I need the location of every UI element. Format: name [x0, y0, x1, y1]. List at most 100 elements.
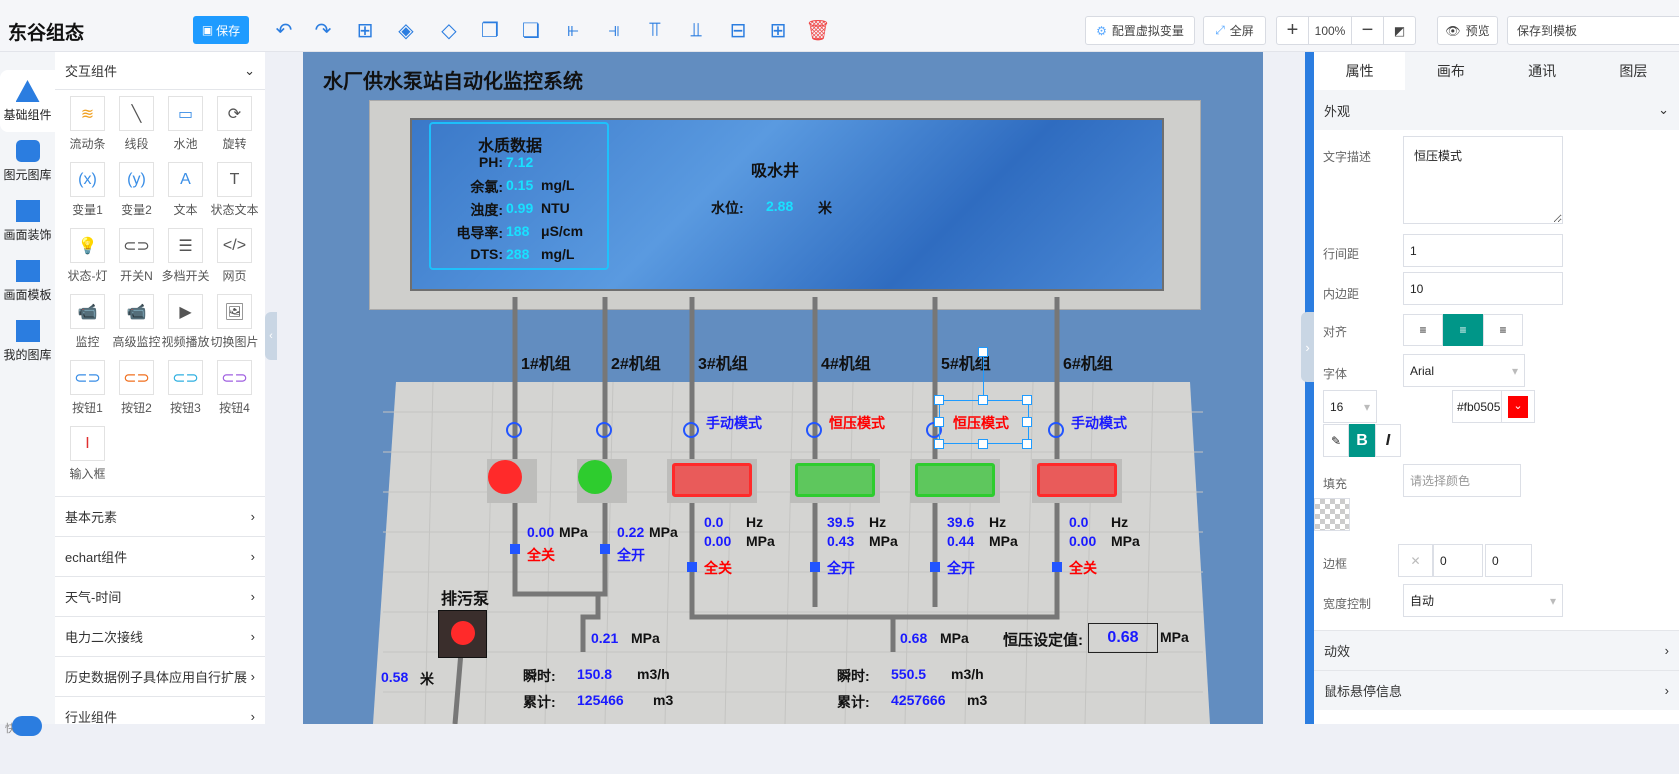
hover-info-section[interactable]: 鼠标悬停信息 › [1314, 670, 1679, 710]
fit-icon[interactable]: ◩ [1383, 16, 1416, 45]
italic-button[interactable]: I [1375, 424, 1401, 457]
pump-off[interactable] [672, 463, 752, 497]
component-item[interactable]: ☰ 多档开关 [161, 228, 210, 294]
zoom-out-button[interactable]: − [1351, 16, 1384, 45]
align-right-button[interactable]: ≡ [1483, 314, 1523, 346]
pump-on[interactable] [915, 463, 995, 497]
resize-handle[interactable] [978, 439, 988, 449]
border-color-clear[interactable]: ✕ [1398, 544, 1433, 577]
layer-down-icon[interactable]: ◇ [436, 17, 462, 43]
category-item[interactable]: 行业组件 › [55, 697, 265, 724]
component-item[interactable]: ≋ 流动条 [63, 96, 112, 162]
component-item[interactable]: (y) 变量2 [112, 162, 161, 228]
component-item[interactable]: T 状态文本 [210, 162, 259, 228]
keyboard-icon[interactable] [12, 716, 42, 736]
zoom-in-button[interactable]: + [1276, 16, 1309, 45]
save-template-button[interactable]: 保存到模板 [1507, 16, 1679, 45]
component-item[interactable]: ▶ 视频播放 [161, 294, 210, 360]
valve-icon[interactable] [1048, 422, 1064, 438]
component-item[interactable]: 📹 高级监控 [112, 294, 161, 360]
fullscreen-button[interactable]: ⤢ 全屏 [1203, 16, 1266, 45]
undo-icon[interactable]: ↶ [271, 17, 297, 43]
resize-handle[interactable] [934, 395, 944, 405]
component-item[interactable]: ⊂⊃ 按钮1 [63, 360, 112, 426]
component-item[interactable]: ⊂⊃ 开关N [112, 228, 161, 294]
category-item[interactable]: 电力二次接线 › [55, 617, 265, 657]
setpoint-input[interactable]: 0.68 [1088, 623, 1158, 653]
sidebar-item-4[interactable]: 我的图库 [0, 310, 55, 372]
align-right-icon[interactable]: ⫣ [601, 17, 627, 43]
resize-handle[interactable] [1022, 439, 1032, 449]
sidebar-item-3[interactable]: 画面模板 [0, 250, 55, 312]
component-item[interactable]: (x) 变量1 [63, 162, 112, 228]
color-input[interactable]: #fb0505 [1452, 390, 1502, 423]
valve-icon[interactable] [806, 422, 822, 438]
component-item[interactable]: ⊂⊃ 按钮2 [112, 360, 161, 426]
config-vars-button[interactable]: ⚙ 配置虚拟变量 [1085, 16, 1195, 45]
align-bottom-icon[interactable]: ⫫ [683, 17, 709, 43]
resize-handle[interactable] [934, 439, 944, 449]
border-radius-input[interactable]: 0 [1485, 544, 1532, 577]
padding-input[interactable]: 10 [1403, 272, 1563, 305]
component-item[interactable]: ╲ 线段 [112, 96, 161, 162]
unit-mode[interactable]: 手动模式 [1071, 413, 1127, 433]
category-item[interactable]: 天气-时间 › [55, 577, 265, 617]
component-item[interactable]: </> 网页 [210, 228, 259, 294]
pump-on[interactable] [795, 463, 875, 497]
delete-icon[interactable]: 🗑 [805, 17, 831, 43]
preview-button[interactable]: 👁 预览 [1437, 16, 1498, 45]
component-item[interactable]: 💡 状态-灯 [63, 228, 112, 294]
unit-mode[interactable]: 手动模式 [706, 413, 762, 433]
font-size-select[interactable]: 16 ▾ [1323, 390, 1377, 423]
color-picker[interactable]: ⌄ [1501, 390, 1535, 423]
category-item[interactable]: 历史数据例子具体应用自行扩展 › [55, 657, 265, 697]
valve-icon[interactable] [506, 422, 522, 438]
resize-handle[interactable] [1022, 395, 1032, 405]
align-top-icon[interactable]: ⫪ [642, 17, 668, 43]
pump-off[interactable] [1037, 463, 1117, 497]
bring-front-icon[interactable]: ❐ [477, 17, 503, 43]
align-vcenter-icon[interactable]: ⊟ [725, 17, 751, 43]
line-spacing-input[interactable]: 1 [1403, 234, 1563, 267]
transparent-swatch[interactable] [1314, 498, 1350, 531]
component-item[interactable]: I 输入框 [63, 426, 112, 492]
resize-handle[interactable] [978, 347, 988, 357]
save-button[interactable]: ▣ 保存 [193, 16, 249, 44]
bold-button[interactable]: B [1349, 424, 1375, 457]
align-hcenter-icon[interactable]: ⊞ [765, 17, 791, 43]
valve-icon[interactable] [683, 422, 699, 438]
send-back-icon[interactable]: ❏ [518, 17, 544, 43]
component-item[interactable]: ⊂⊃ 按钮3 [161, 360, 210, 426]
pump-on[interactable] [578, 460, 612, 494]
component-item[interactable]: 🖼 切换图片 [210, 294, 259, 360]
tab-2[interactable]: 通讯 [1497, 52, 1588, 90]
sidebar-item-2[interactable]: 画面装饰 [0, 190, 55, 252]
resize-handle[interactable] [1022, 417, 1032, 427]
new-page-icon[interactable]: ⊞ [352, 17, 378, 43]
sidebar-item-0[interactable]: 基础组件 [0, 70, 55, 132]
valve-icon[interactable] [596, 422, 612, 438]
border-width-input[interactable]: 0 [1433, 544, 1483, 577]
category-item[interactable]: echart组件 › [55, 537, 265, 577]
pen-icon[interactable]: ✎ [1323, 424, 1349, 457]
text-input[interactable]: 恒压模式 [1403, 136, 1563, 224]
font-select[interactable]: Arial ▾ [1403, 354, 1525, 387]
resize-handle[interactable] [978, 395, 988, 405]
pump-off[interactable] [488, 460, 522, 494]
sidebar-item-1[interactable]: 图元图库 [0, 130, 55, 192]
layer-up-icon[interactable]: ◈ [393, 17, 419, 43]
width-control-select[interactable]: 自动 ▾ [1403, 584, 1563, 617]
resize-handle[interactable] [934, 417, 944, 427]
collapse-left-handle[interactable]: ‹ [265, 312, 277, 360]
appearance-section[interactable]: 外观 ⌄ [1314, 90, 1679, 130]
section-interactive[interactable]: 交互组件 ⌄ [55, 52, 265, 90]
align-center-button[interactable]: ≡ [1443, 314, 1483, 346]
align-left-button[interactable]: ≡ [1403, 314, 1443, 346]
tab-1[interactable]: 画布 [1405, 52, 1496, 90]
component-item[interactable]: 📹 监控 [63, 294, 112, 360]
component-item[interactable]: ▭ 水池 [161, 96, 210, 162]
design-canvas[interactable]: 水厂供水泵站自动化监控系统 水质数据 PH: 7.12 余氯: 0.15 mg/L 浊度:… [303, 52, 1263, 724]
component-item[interactable]: A 文本 [161, 162, 210, 228]
unit-mode[interactable]: 恒压模式 [829, 413, 885, 433]
tab-3[interactable]: 图层 [1588, 52, 1679, 90]
